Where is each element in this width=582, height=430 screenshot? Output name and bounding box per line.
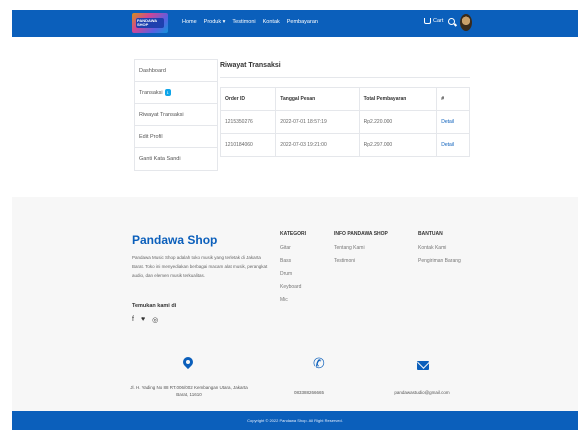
- sidebar-item-ganti-kata-sandi[interactable]: Ganti Kata Sandi: [135, 148, 217, 170]
- copyright-bar: Copyright © 2022 Pandawa Shop. All Right…: [12, 411, 578, 430]
- kategori-link-bass[interactable]: Bass: [280, 255, 306, 268]
- order-id-cell: 1210184060: [219, 133, 277, 157]
- sidebar-item-label: Transaksi: [139, 90, 163, 96]
- kategori-link-drum[interactable]: Drum: [280, 268, 306, 281]
- info-link-testimoni[interactable]: Testimoni: [334, 255, 388, 268]
- order-date-cell: 2022-07-03 19:21:00: [275, 133, 360, 157]
- mail-icon: [417, 361, 429, 370]
- sidebar-item-dashboard[interactable]: Dashboard: [135, 60, 217, 82]
- footer-phone: 083388266665: [293, 390, 325, 395]
- nav-link-pembayaran[interactable]: Pembayaran: [287, 19, 318, 25]
- order-total-cell: Rp2.297.000: [358, 133, 438, 157]
- column-header-action: #: [436, 87, 470, 111]
- footer-brand: Pandawa Shop: [132, 233, 218, 247]
- kategori-heading: KATEGORI: [280, 231, 307, 237]
- table-row: 1215350276 2022-07-01 18:57:19 Rp2.220.0…: [219, 110, 470, 134]
- footer-bantuan: BANTUAN Kontak Kami Pengiriman Barang: [418, 231, 461, 268]
- order-date-cell: 2022-07-01 18:57:19: [275, 110, 360, 134]
- kategori-link-mic[interactable]: Mic: [280, 294, 306, 307]
- nav-link-home[interactable]: Home: [182, 19, 197, 25]
- nav-link-testimoni[interactable]: Testimoni: [232, 19, 255, 25]
- find-us-heading: Temukan kami di: [132, 303, 177, 309]
- detail-link[interactable]: Detail: [436, 110, 470, 134]
- order-total-cell: Rp2.220.000: [358, 110, 438, 134]
- detail-link[interactable]: Detail: [436, 133, 470, 157]
- user-avatar[interactable]: [460, 14, 472, 31]
- table-header-row: Order ID Tanggal Pesan Total Pembayaran …: [219, 87, 470, 111]
- instagram-icon[interactable]: ◎: [152, 316, 158, 324]
- sidebar-item-label: Edit Profil: [139, 134, 163, 140]
- bantuan-heading: BANTUAN: [418, 231, 443, 237]
- search-icon[interactable]: [448, 18, 455, 25]
- cart-label: Cart: [433, 18, 444, 24]
- bantuan-link-kontak-kami[interactable]: Kontak Kami: [418, 242, 461, 255]
- logo-text: PANDAWA SHOP: [137, 18, 157, 27]
- nav-link-produk[interactable]: Produk ▾: [204, 19, 226, 25]
- title-divider: [220, 77, 470, 78]
- table-row: 1210184060 2022-07-03 19:21:00 Rp2.297.0…: [219, 133, 470, 157]
- facebook-icon[interactable]: f: [132, 316, 134, 324]
- cart-link[interactable]: Cart: [424, 18, 443, 24]
- footer-address: Jl. H. Yading No 88 RT.006/002 Kembangan…: [130, 385, 248, 397]
- info-link-tentang-kami[interactable]: Tentang Kami: [334, 242, 388, 255]
- sidebar-item-transaksi[interactable]: Transaksi 1: [135, 82, 217, 104]
- cart-icon: [424, 18, 431, 24]
- info-heading: INFO PANDAWA SHOP: [334, 231, 388, 237]
- transactions-table: Order ID Tanggal Pesan Total Pembayaran …: [219, 87, 470, 157]
- page: PANDAWA SHOP Home Produk ▾ Testimoni Kon…: [12, 10, 578, 430]
- account-sidebar: Dashboard Transaksi 1 Riwayat Transaksi E…: [134, 59, 218, 171]
- footer-email: pandawastudio@gmail.com: [394, 390, 450, 395]
- sidebar-item-edit-profil[interactable]: Edit Profil: [135, 126, 217, 148]
- twitter-icon[interactable]: ♥: [141, 316, 145, 324]
- sidebar-item-label: Riwayat Transaksi: [139, 112, 184, 118]
- column-header-order-id: Order ID: [219, 87, 277, 111]
- page-title: Riwayat Transaksi: [220, 62, 281, 69]
- footer-description: Pandawa Music Shop adalah toko musik yan…: [132, 255, 268, 278]
- footer-kategori: KATEGORI Gitar Bass Drum Keyboard Mic: [280, 231, 306, 307]
- footer-info: INFO PANDAWA SHOP Tentang Kami Testimoni: [334, 231, 388, 268]
- nav-link-kontak[interactable]: Kontak: [263, 19, 280, 25]
- sidebar-item-label: Dashboard: [139, 68, 166, 74]
- location-pin-icon: [183, 357, 193, 369]
- social-links: f ♥ ◎: [132, 316, 158, 324]
- navbar: PANDAWA SHOP Home Produk ▾ Testimoni Kon…: [12, 10, 578, 37]
- phone-icon: ✆: [313, 355, 325, 371]
- footer: Pandawa Shop Pandawa Music Shop adalah t…: [12, 197, 578, 411]
- nav-links: Home Produk ▾ Testimoni Kontak Pembayara…: [182, 19, 318, 25]
- sidebar-item-riwayat-transaksi[interactable]: Riwayat Transaksi: [135, 104, 217, 126]
- pandawa-shop-logo[interactable]: PANDAWA SHOP: [132, 13, 168, 33]
- kategori-link-gitar[interactable]: Gitar: [280, 242, 306, 255]
- order-id-cell: 1215350276: [219, 110, 277, 134]
- sidebar-item-label: Ganti Kata Sandi: [139, 156, 181, 162]
- kategori-link-keyboard[interactable]: Keyboard: [280, 281, 306, 294]
- bantuan-link-pengiriman[interactable]: Pengiriman Barang: [418, 255, 461, 268]
- column-header-total-pembayaran: Total Pembayaran: [358, 87, 438, 111]
- transaksi-count-badge: 1: [164, 89, 171, 97]
- column-header-tanggal-pesan: Tanggal Pesan: [275, 87, 360, 111]
